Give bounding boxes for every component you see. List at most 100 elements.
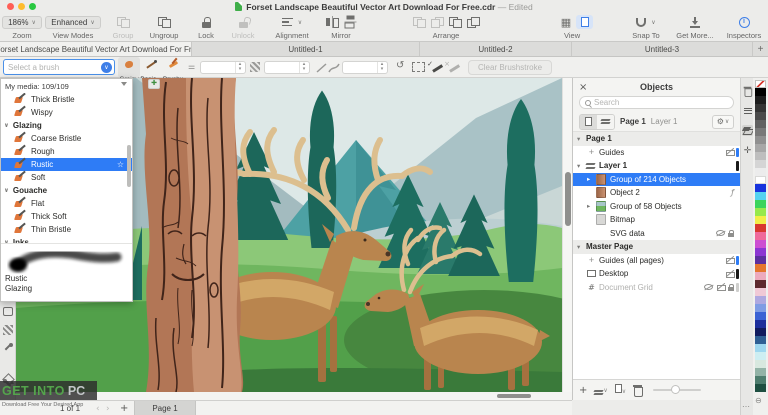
color-swatch[interactable] — [755, 368, 766, 376]
brush-item[interactable]: Wispy — [1, 106, 132, 119]
tree-row-group-58[interactable]: ▸ Group of 58 Objects — [573, 199, 740, 213]
tree-row-master-page[interactable]: ▾ Master Page — [573, 240, 740, 254]
color-swatch[interactable] — [755, 224, 766, 232]
new-tab-button[interactable]: + — [753, 42, 768, 56]
tab-untitled-2[interactable]: Untitled-2 — [420, 42, 572, 56]
marquee-select-icon[interactable] — [412, 62, 425, 72]
delete-button[interactable] — [633, 385, 644, 397]
color-swatch[interactable] — [755, 264, 766, 272]
disclosure-icon[interactable]: ▾ — [577, 243, 586, 251]
pattern-tool-icon[interactable] — [3, 325, 13, 335]
properties-inspector-icon[interactable] — [742, 105, 753, 116]
color-swatch[interactable] — [755, 160, 766, 168]
feather-spinner[interactable]: ▴ ▾ — [342, 61, 388, 74]
tree-row-object-2[interactable]: Object 2ƒ — [573, 186, 740, 200]
color-swatch[interactable] — [755, 168, 766, 176]
brush-category[interactable]: ∨ Gouache — [1, 184, 132, 197]
tab-untitled-1[interactable]: Untitled-1 — [192, 42, 420, 56]
effects-icon[interactable]: ƒ — [731, 188, 734, 197]
color-swatch[interactable] — [755, 136, 766, 144]
color-swatch[interactable] — [755, 104, 766, 112]
brush-item[interactable]: Flat — [1, 197, 132, 210]
tree-row-page[interactable]: ▾ Page 1 — [573, 132, 740, 146]
brush-category[interactable]: ∨ Inks — [1, 236, 132, 243]
color-swatch[interactable] — [755, 304, 766, 312]
add-page-button[interactable]: + — [120, 403, 128, 414]
vertical-scrollbar-thumb[interactable] — [565, 172, 571, 226]
transparency-spinner[interactable]: ▴ ▾ — [264, 61, 310, 74]
objects-search-field[interactable] — [579, 96, 734, 109]
color-swatch[interactable] — [755, 376, 766, 384]
color-swatch[interactable] — [755, 336, 766, 344]
color-swatch[interactable] — [755, 240, 766, 248]
color-swatch[interactable] — [755, 88, 766, 96]
horizontal-scrollbar[interactable] — [16, 392, 572, 400]
size-spinner[interactable]: ▴ ▾ — [200, 61, 246, 74]
color-swatch[interactable] — [755, 272, 766, 280]
tab-untitled-3[interactable]: Untitled-3 — [572, 42, 753, 56]
disclosure-icon[interactable]: ▸ — [587, 202, 596, 210]
color-swatch[interactable] — [755, 152, 766, 160]
tree-row-bitmap[interactable]: Bitmap — [573, 213, 740, 227]
lock-button[interactable]: Lock — [190, 14, 222, 40]
brush-category[interactable]: ∨ Glazing — [1, 119, 132, 132]
hidden-icon[interactable] — [716, 230, 725, 237]
tree-row-layer[interactable]: ▾ Layer 1 — [573, 159, 740, 173]
no-print-icon[interactable] — [725, 256, 735, 265]
brush-search-input[interactable] — [4, 62, 101, 72]
tree-row-svg-data[interactable]: SVG data — [573, 226, 740, 240]
tree-row-group-214[interactable]: ▸ Group of 214 Objects — [573, 172, 740, 186]
favorite-star-icon[interactable]: ☆ — [117, 160, 124, 169]
color-swatch[interactable] — [755, 232, 766, 240]
palette-collapse-icon[interactable]: ⊖ — [755, 396, 762, 405]
undo-stroke-icon[interactable]: ↺ — [396, 60, 404, 71]
color-swatch[interactable] — [755, 256, 766, 264]
objects-inspector-icon[interactable] — [742, 125, 753, 136]
previous-page-icon[interactable]: ‹ — [96, 404, 100, 414]
inspectors-button[interactable]: Inspectors — [722, 14, 766, 40]
tree-row-guides[interactable]: + Guides — [573, 145, 740, 159]
new-layer-button[interactable]: ∨ — [593, 384, 608, 397]
page-view-toggle[interactable] — [580, 114, 597, 129]
color-swatch[interactable] — [755, 176, 766, 184]
horizontal-scrollbar-thumb[interactable] — [497, 394, 531, 398]
color-swatch[interactable] — [755, 120, 766, 128]
transform-inspector-icon[interactable]: ✛ — [742, 145, 753, 156]
more-inspectors-icon[interactable]: … — [742, 400, 751, 409]
tree-row-document-grid[interactable]: # Document Grid — [573, 280, 740, 294]
color-swatch[interactable] — [755, 80, 766, 88]
brush-media-inspector-icon[interactable] — [742, 85, 753, 97]
no-print-icon[interactable] — [725, 148, 735, 157]
color-swatch[interactable] — [755, 288, 766, 296]
tree-row-desktop[interactable]: Desktop — [573, 267, 740, 281]
filter-icon[interactable] — [121, 82, 128, 89]
alignment-control[interactable]: ∨ Alignment — [266, 14, 318, 40]
zoom-control[interactable]: 186% ∨ Zoom — [2, 14, 42, 40]
panel-options-button[interactable]: ⚙ ∨ — [712, 114, 734, 129]
clear-brushstroke-button[interactable]: Clear Brushstroke — [468, 60, 553, 75]
color-swatch[interactable] — [755, 192, 766, 200]
color-swatch[interactable] — [755, 320, 766, 328]
color-swatch[interactable] — [755, 184, 766, 192]
disclosure-icon[interactable]: ▾ — [577, 135, 586, 143]
hidden-icon[interactable] — [704, 284, 713, 291]
color-swatch[interactable] — [755, 248, 766, 256]
preset-basic-button[interactable]: Basic... — [140, 57, 162, 83]
ungroup-button[interactable]: Ungroup — [142, 14, 186, 40]
arrange-controls[interactable]: Arrange — [390, 14, 502, 40]
slider-thumb[interactable] — [671, 385, 681, 394]
search-input[interactable] — [594, 98, 704, 107]
color-swatch[interactable] — [755, 384, 766, 392]
color-swatch[interactable] — [755, 200, 766, 208]
thumbnail-size-slider[interactable] — [653, 385, 702, 394]
preset-brushy-button[interactable]: Brushy — [162, 57, 184, 83]
color-swatch[interactable] — [755, 144, 766, 152]
color-swatch[interactable] — [755, 352, 766, 360]
brush-item[interactable]: Thin Bristle — [1, 223, 132, 236]
no-print-icon[interactable] — [716, 283, 726, 292]
color-swatch[interactable] — [755, 344, 766, 352]
color-swatch[interactable] — [755, 216, 766, 224]
brush-item[interactable]: Soft — [1, 171, 132, 184]
color-swatch[interactable] — [755, 112, 766, 120]
group-button[interactable]: Group — [104, 14, 142, 40]
